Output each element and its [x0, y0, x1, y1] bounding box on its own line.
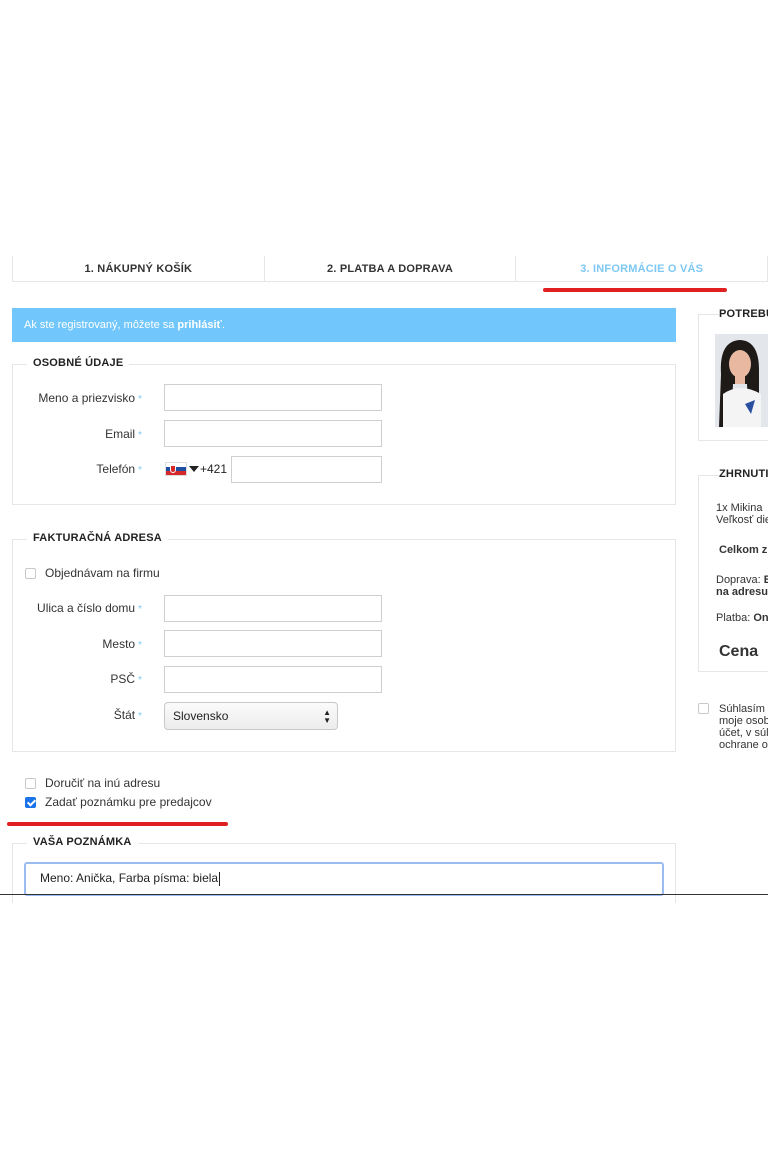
consent-line2: moje osob — [719, 715, 768, 727]
consent-line4: ochrane o — [719, 739, 768, 751]
summary-price-label: Cena — [719, 643, 759, 660]
consent-line1: Súhlasím — [719, 703, 765, 715]
annotation-underline-note — [7, 822, 228, 826]
other-address-label: Doručiť na inú adresu — [45, 776, 161, 790]
email-label: Email * — [105, 427, 142, 441]
consent-line3: účet, v súl — [719, 727, 768, 739]
help-title: POTREBU — [719, 308, 768, 320]
company-checkbox-label: Objednávam na firmu — [45, 566, 160, 580]
section-title: OSOBNÉ ÚDAJE — [27, 357, 130, 369]
person-photo-icon — [715, 334, 768, 427]
annotation-underline-step — [543, 288, 727, 292]
country-label: Štát * — [113, 708, 142, 722]
email-input[interactable] — [164, 420, 382, 447]
chevron-down-icon[interactable] — [189, 466, 199, 472]
text-cursor — [219, 871, 221, 886]
note-textarea[interactable]: Meno: Anička, Farba písma: biela — [24, 862, 664, 896]
company-checkbox[interactable] — [25, 568, 36, 579]
summary-item-line1: 1x Mikina — [716, 502, 763, 514]
street-label: Ulica a číslo domu * — [37, 601, 142, 615]
name-label: Meno a priezvisko * — [38, 391, 142, 405]
consent-checkbox[interactable] — [698, 703, 709, 714]
slovakia-flag-icon[interactable] — [165, 462, 187, 476]
phone-input[interactable] — [231, 456, 382, 483]
banner-suffix: . — [221, 319, 225, 331]
other-address-checkbox[interactable] — [25, 778, 36, 789]
step-payment-shipping[interactable]: 2. PLATBA A DOPRAVA — [265, 256, 517, 282]
screenshot-bottom-edge — [0, 894, 768, 895]
phone-prefix: +421 — [200, 462, 228, 476]
summary-title: ZHRNUTI — [719, 468, 768, 480]
zip-label: PSČ * — [110, 672, 142, 686]
summary-shipping-value: na adresu — [716, 586, 768, 598]
country-value: Slovensko — [173, 709, 229, 723]
summary-shipping: Doprava: E — [716, 574, 768, 586]
seller-note-checkbox[interactable] — [25, 797, 36, 808]
zip-input[interactable] — [164, 666, 382, 693]
step-your-info[interactable]: 3. INFORMÁCIE O VÁS — [516, 256, 768, 282]
phone-label: Telefón * — [96, 462, 142, 476]
banner-text: Ak ste registrovaný, môžete sa — [24, 319, 175, 331]
city-input[interactable] — [164, 630, 382, 657]
select-arrows-icon: ▲ ▼ — [323, 708, 331, 725]
checkout-steps: 1. NÁKUPNÝ KOŠÍK 2. PLATBA A DOPRAVA 3. … — [12, 256, 768, 282]
country-select[interactable]: Slovensko ▲ ▼ — [164, 702, 338, 730]
summary-item-line2: Veľkosť die — [716, 514, 768, 526]
city-label: Mesto * — [102, 637, 142, 651]
seller-note-label: Zadať poznámku pre predajcov — [45, 795, 212, 809]
step-cart[interactable]: 1. NÁKUPNÝ KOŠÍK — [13, 256, 265, 282]
login-banner: Ak ste registrovaný, môžete sa prihlásiť… — [12, 308, 676, 342]
summary-payment: Platba: On — [716, 612, 768, 624]
screenshot: 1. NÁKUPNÝ KOŠÍK 2. PLATBA A DOPRAVA 3. … — [0, 0, 768, 1152]
section-title: FAKTURAČNÁ ADRESA — [27, 532, 168, 544]
street-input[interactable] — [164, 595, 382, 622]
consultant-photo — [715, 334, 768, 427]
login-link[interactable]: prihlásiť — [177, 319, 221, 331]
name-input[interactable] — [164, 384, 382, 411]
summary-total-label: Celkom z — [719, 544, 768, 556]
section-title: VAŠA POZNÁMKA — [27, 836, 138, 848]
